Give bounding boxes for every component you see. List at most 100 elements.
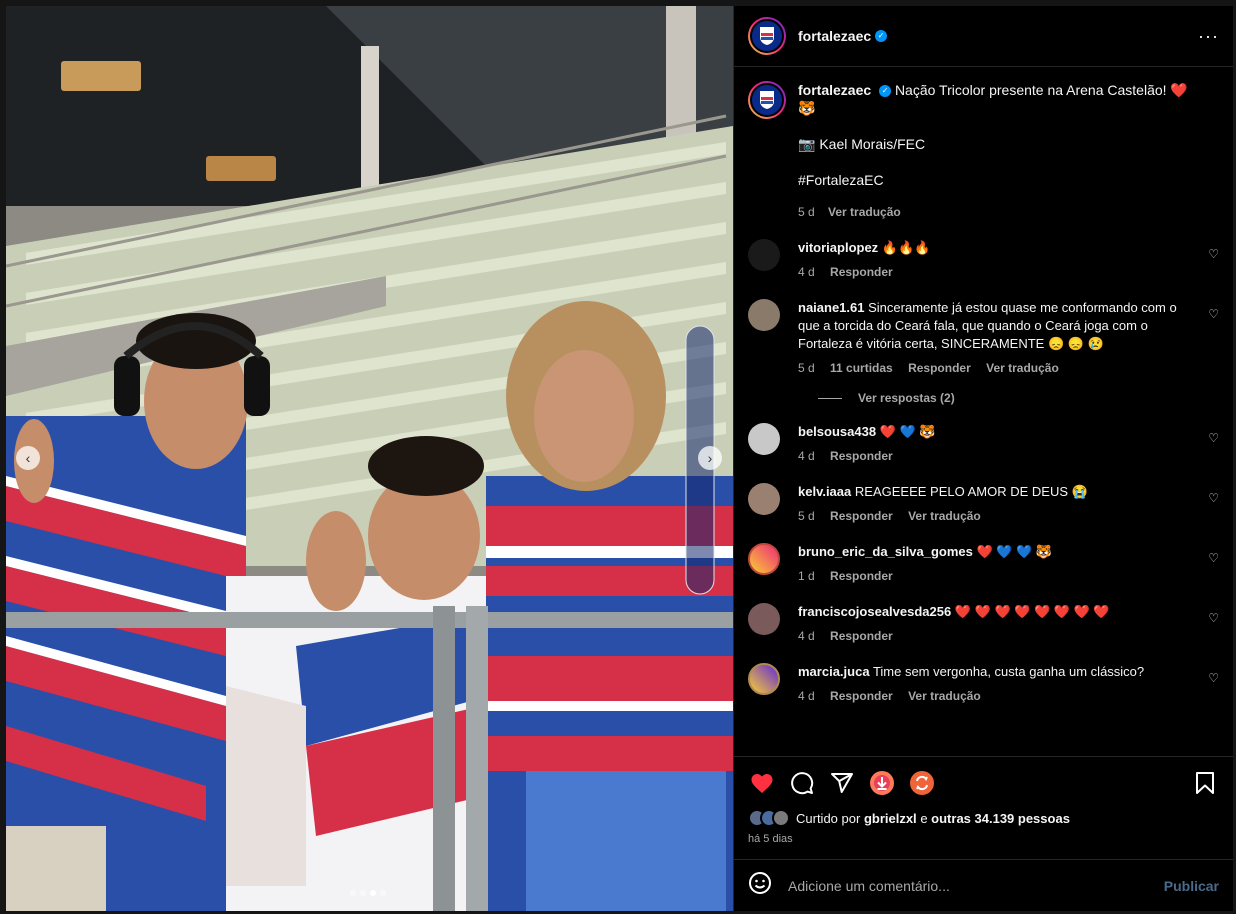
repost-button[interactable] xyxy=(908,769,936,797)
likes-summary: Curtido por gbrielzxl e outras 34.139 pe… xyxy=(748,809,1219,827)
comments-list[interactable]: fortalezaec ✓ Nação Tricolor presente na… xyxy=(734,67,1233,756)
comment-avatar[interactable] xyxy=(748,603,780,635)
comment-item: kelv.iaaa REAGEEEE PELO AMOR DE DEUS 😭 5… xyxy=(748,483,1219,525)
comment-username[interactable]: vitoriaplopez xyxy=(798,240,878,255)
heart-filled-icon xyxy=(751,774,773,793)
verified-badge-icon: ✓ xyxy=(875,30,888,42)
comment-item: naiane1.61 Sinceramente já estou quase m… xyxy=(748,299,1219,377)
comment-username[interactable]: franciscojosealvesda256 xyxy=(798,604,951,619)
reply-button[interactable]: Responder xyxy=(830,265,893,279)
comment-like-icon[interactable]: ♡ xyxy=(1208,431,1219,445)
comment-icon xyxy=(791,772,814,795)
publish-button[interactable]: Publicar xyxy=(1164,878,1219,894)
comment-text: Time sem vergonha, custa ganha um clássi… xyxy=(872,664,1145,679)
view-replies-button[interactable]: Ver respostas (2) xyxy=(818,391,1219,405)
save-button[interactable] xyxy=(1191,769,1219,797)
comment-time: 4 d xyxy=(798,629,815,643)
reply-button[interactable]: Responder xyxy=(830,509,893,523)
bookmark-icon xyxy=(1196,772,1214,794)
reply-button[interactable]: Responder xyxy=(830,629,893,643)
carousel-dot xyxy=(350,890,356,896)
reply-button[interactable]: Responder xyxy=(830,569,893,583)
carousel-prev-button[interactable]: ‹ xyxy=(16,446,40,470)
post-actions: Curtido por gbrielzxl e outras 34.139 pe… xyxy=(734,756,1233,859)
comment-time: 4 d xyxy=(798,689,815,703)
comment-text: 🔥🔥🔥 xyxy=(881,240,931,255)
author-avatar[interactable] xyxy=(748,17,786,55)
translate-link[interactable]: Ver tradução xyxy=(908,689,981,703)
comment-time: 4 d xyxy=(798,449,815,463)
download-button[interactable] xyxy=(868,769,896,797)
comment-like-icon[interactable]: ♡ xyxy=(1208,247,1219,261)
reply-button[interactable]: Responder xyxy=(908,361,971,375)
caption-credit: 📷 Kael Morais/FEC xyxy=(798,136,926,152)
comment-text: ❤️ 💙 💙 🐯 xyxy=(976,544,1053,559)
comment-like-icon[interactable]: ♡ xyxy=(1208,307,1219,321)
repost-icon xyxy=(910,771,934,795)
share-button[interactable] xyxy=(828,769,856,797)
translate-link[interactable]: Ver tradução xyxy=(908,509,981,523)
comment-time: 5 d xyxy=(798,509,815,523)
comment-avatar[interactable] xyxy=(748,299,780,331)
emoji-icon[interactable] xyxy=(748,871,772,900)
comment-username[interactable]: kelv.iaaa xyxy=(798,484,851,499)
liked-by-others[interactable]: outras 34.139 pessoas xyxy=(931,811,1070,826)
comment-avatar[interactable] xyxy=(748,483,780,515)
liked-by-and: e xyxy=(920,810,928,826)
caption-translate-link[interactable]: Ver tradução xyxy=(828,205,901,219)
comment-item: franciscojosealvesda256 ❤️ ❤️ ❤️ ❤️ ❤️ ❤… xyxy=(748,603,1219,645)
share-icon xyxy=(831,773,853,793)
comment-avatar[interactable] xyxy=(748,423,780,455)
comment-avatar[interactable] xyxy=(748,239,780,271)
comment-time: 5 d xyxy=(798,361,815,375)
verified-badge-icon: ✓ xyxy=(879,85,892,98)
comment-avatar[interactable] xyxy=(748,663,780,695)
comment-username[interactable]: marcia.juca xyxy=(798,664,870,679)
comment-text: ❤️ ❤️ ❤️ ❤️ ❤️ ❤️ ❤️ ❤️ xyxy=(954,604,1110,619)
comment-username[interactable]: belsousa438 xyxy=(798,424,876,439)
caption-time: 5 d xyxy=(798,205,815,219)
post-modal: ‹ › fortalezaec ✓ ··· fortalezaec ✓ Naçã… xyxy=(6,6,1233,911)
comment-input[interactable] xyxy=(788,877,1164,894)
comment-like-icon[interactable]: ♡ xyxy=(1208,611,1219,625)
carousel-dot xyxy=(360,890,366,896)
carousel-next-button[interactable]: › xyxy=(698,446,722,470)
post-caption: fortalezaec ✓ Nação Tricolor presente na… xyxy=(748,81,1219,221)
liked-by-prefix: Curtido por xyxy=(796,810,861,826)
reply-button[interactable]: Responder xyxy=(830,449,893,463)
comment-item: marcia.juca Time sem vergonha, custa gan… xyxy=(748,663,1219,705)
fortaleza-crest-icon xyxy=(760,27,774,45)
comment-button[interactable] xyxy=(788,769,816,797)
post-photo: ‹ › xyxy=(6,6,733,911)
author-username[interactable]: fortalezaec xyxy=(798,28,871,44)
carousel-dot xyxy=(380,890,386,896)
chevron-right-icon: › xyxy=(707,450,713,466)
post-header: fortalezaec ✓ ··· xyxy=(734,6,1233,67)
comment-time: 1 d xyxy=(798,569,815,583)
caption-username[interactable]: fortalezaec xyxy=(798,82,871,98)
liked-by-user[interactable]: gbrielzxl xyxy=(864,811,917,826)
caption-hashtag[interactable]: #FortalezaEC xyxy=(798,171,1198,189)
translate-link[interactable]: Ver tradução xyxy=(986,361,1059,375)
comment-text: ❤️ 💙 🐯 xyxy=(879,424,936,439)
post-side-panel: fortalezaec ✓ ··· fortalezaec ✓ Nação Tr… xyxy=(733,6,1233,911)
comment-like-icon[interactable]: ♡ xyxy=(1208,551,1219,565)
photo-illustration xyxy=(6,6,733,911)
comment-avatar[interactable] xyxy=(748,543,780,575)
more-options-icon[interactable]: ··· xyxy=(1198,26,1219,47)
caption-avatar[interactable] xyxy=(748,81,786,119)
comment-like-icon[interactable]: ♡ xyxy=(1208,671,1219,685)
like-button[interactable] xyxy=(748,769,776,797)
comment-text: REAGEEEE PELO AMOR DE DEUS 😭 xyxy=(854,484,1088,499)
comment-username[interactable]: naiane1.61 xyxy=(798,300,865,315)
comment-composer: Publicar xyxy=(734,859,1233,911)
reply-button[interactable]: Responder xyxy=(830,689,893,703)
comment-item: belsousa438 ❤️ 💙 🐯 4 d Responder ♡ xyxy=(748,423,1219,465)
comment-like-icon[interactable]: ♡ xyxy=(1208,491,1219,505)
comment-likes-count[interactable]: 11 curtidas xyxy=(830,361,893,375)
comment-username[interactable]: bruno_eric_da_silva_gomes xyxy=(798,544,973,559)
comment-item: bruno_eric_da_silva_gomes ❤️ 💙 💙 🐯 1 d R… xyxy=(748,543,1219,585)
fortaleza-crest-icon xyxy=(760,91,774,109)
post-time[interactable]: há 5 dias xyxy=(748,833,1219,845)
liker-avatar xyxy=(772,809,790,827)
